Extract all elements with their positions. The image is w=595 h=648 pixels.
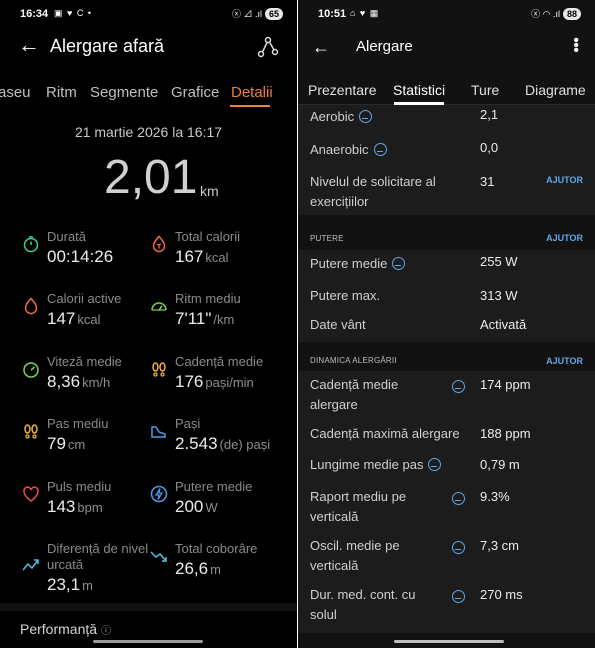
stride-icon <box>24 424 38 439</box>
tab-ritm[interactable]: Ritm <box>46 84 77 101</box>
tab-ture[interactable]: Ture <box>471 82 499 98</box>
speedometer-icon <box>23 362 39 378</box>
footprints-icon <box>152 362 166 377</box>
active-tab-indicator <box>230 105 270 107</box>
activity-date: 21 martie 2026 la 16:17 <box>74 124 223 140</box>
row-raport-vertical: Raport mediu pe verticală 9.3% <box>310 489 510 524</box>
row-cadenta-medie: Cadență medie alergare 174 ppm <box>310 377 531 412</box>
metric-total-calorii: Total calorii 167 kcal <box>150 229 290 269</box>
page-title: Alergare afară <box>50 36 165 56</box>
signal-icons: ⓧ ⊿ .ıl <box>231 9 262 19</box>
signal-icons: ⓧ ◠ .ıl <box>531 9 560 19</box>
distance-unit: km <box>200 183 219 199</box>
info-icon[interactable] <box>428 458 442 471</box>
section-heading-putere: PUTERE <box>310 234 344 243</box>
info-icon[interactable] <box>359 110 373 123</box>
right-screen: 10:51 ⌂ ♥ ▦ ⓧ ◠ .ıl 88 ← Alergare • • • Pr… <box>298 0 595 648</box>
app-bar: ← Alergare <box>298 30 595 64</box>
section-heading-dinamica: DINAMICA ALERGĂRII <box>310 356 397 365</box>
distance-value: 2,01 <box>104 151 198 204</box>
back-arrow-icon[interactable]: ← <box>18 34 40 56</box>
flame-t-icon <box>152 235 166 253</box>
left-screen: 16:34 ▣ ♥ C • ⓧ ⊿ .ıl 65 ← Alergare afar… <box>0 0 297 648</box>
status-time: 16:34 <box>20 8 49 20</box>
heart-icon <box>23 486 39 502</box>
info-icon[interactable] <box>452 380 465 393</box>
status-time: 10:51 <box>318 8 347 20</box>
notification-icons: ▣ ♥ C • <box>54 8 92 18</box>
battery-icon: 88 <box>562 7 581 20</box>
notification-icons: ⌂ ♥ ▦ <box>350 8 380 18</box>
metric-viteza-medie: Viteză medie 8,36 km/h <box>22 354 162 394</box>
tab-traseu[interactable]: aseu <box>0 84 31 101</box>
help-link[interactable]: AJUTOR <box>546 356 583 366</box>
help-link[interactable]: AJUTOR <box>546 233 583 243</box>
info-icon[interactable]: ⓘ <box>101 626 111 637</box>
metric-putere-medie: Putere medie 200 W <box>150 479 290 519</box>
status-bar: 16:34 ▣ ♥ C • ⓧ ⊿ .ıl 65 <box>0 0 297 30</box>
power-bolt-icon <box>150 485 168 503</box>
metric-cadenta-medie: Cadență medie 176 pași/min <box>150 354 290 394</box>
metric-pas-mediu: Pas mediu 79 cm <box>22 416 162 456</box>
metric-pasi: Pași 2.543 (de) pași <box>150 416 290 456</box>
battery-icon: 65 <box>264 7 283 20</box>
ascent-icon <box>22 559 39 571</box>
more-options-icon[interactable]: • • • <box>573 33 579 59</box>
info-icon[interactable] <box>452 590 465 603</box>
section-divider <box>0 603 297 611</box>
pace-gauge-icon <box>151 302 167 311</box>
tab-detalii[interactable]: Detalii <box>231 84 273 101</box>
metric-ritm-mediu: Ritm mediu 7'11"/km <box>150 291 290 331</box>
descent-icon <box>150 551 167 562</box>
tab-grafice[interactable]: Grafice <box>171 84 219 101</box>
tab-statistici[interactable]: Statistici <box>393 82 445 98</box>
tab-diagrame[interactable]: Diagrame <box>525 82 586 98</box>
info-icon[interactable] <box>452 541 465 554</box>
metric-diferenta-nivel: Diferență de nivel urcată 23,1 m <box>22 541 162 594</box>
metric-calorii-active: Calorii active 147 kcal <box>22 291 162 331</box>
back-arrow-icon[interactable]: ← <box>312 36 330 58</box>
tab-prezentare[interactable]: Prezentare <box>308 82 376 98</box>
shoe-icon <box>151 426 166 438</box>
app-bar: ← Alergare afară <box>0 30 297 64</box>
home-indicator[interactable] <box>394 640 504 643</box>
page-title: Alergare <box>356 38 413 55</box>
row-oscilatie-verticala: Oscil. medie pe verticală 7,3 cm <box>310 538 520 573</box>
performance-section[interactable]: Performanță ⓘ <box>20 621 111 637</box>
row-solicitare: Nivelul de solicitare al exercițiilor 31 <box>310 174 495 209</box>
route-share-icon[interactable] <box>257 36 279 58</box>
row-contact-sol: Dur. med. cont. cu solul 270 ms <box>310 587 523 622</box>
metric-puls-mediu: Puls mediu 143 bpm <box>22 479 162 519</box>
home-indicator[interactable] <box>93 640 203 643</box>
metric-durata: Durată 00:14:26 <box>22 229 162 269</box>
tab-bar: Prezentare Statistici Ture Diagrame <box>298 74 595 104</box>
help-link[interactable]: AJUTOR <box>546 175 583 185</box>
status-bar: 10:51 ⌂ ♥ ▦ ⓧ ◠ .ıl 88 <box>298 0 595 30</box>
info-icon[interactable] <box>392 257 406 270</box>
metric-total-coborare: Total coborâre 26,6 m <box>150 541 290 593</box>
info-icon[interactable] <box>452 492 465 505</box>
info-icon[interactable] <box>373 143 387 156</box>
flame-icon <box>24 297 38 315</box>
tab-segmente[interactable]: Segmente <box>90 84 158 101</box>
stopwatch-icon <box>23 236 39 253</box>
